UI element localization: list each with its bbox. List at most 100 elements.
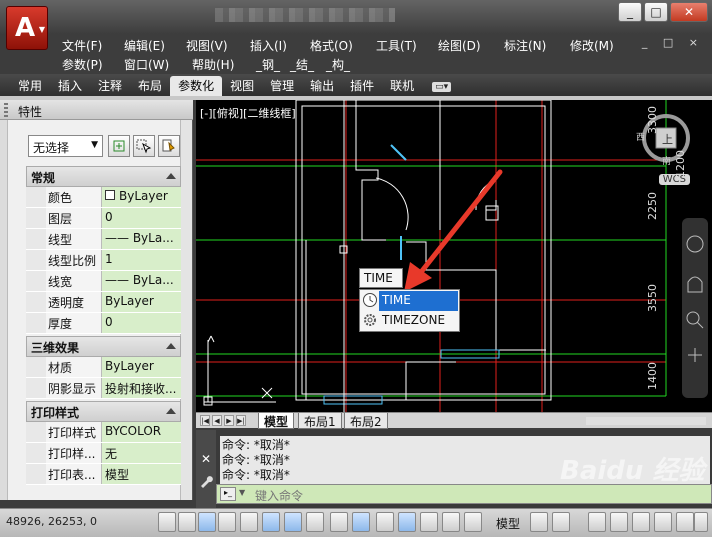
menu-format[interactable]: 格式(O)	[310, 35, 376, 54]
menu-parametric[interactable]: 参数(P)	[62, 54, 124, 73]
menu-window[interactable]: 窗口(W)	[124, 54, 192, 73]
property-row-linetype-scale[interactable]: 线型比例 1	[26, 250, 181, 271]
menu-structure[interactable]: _结_	[290, 54, 326, 73]
quick-view-layouts-button[interactable]	[530, 512, 548, 532]
menu-view[interactable]: 视图(V)	[186, 35, 250, 54]
property-row-plot-style[interactable]: 打印样式 BYCOLOR	[26, 422, 181, 443]
select-objects-button[interactable]	[133, 135, 155, 157]
tab-manage[interactable]: 管理	[262, 74, 302, 96]
dynamic-input-button[interactable]	[352, 512, 370, 532]
last-layout-icon[interactable]: ▶|	[236, 415, 246, 426]
annotation-monitor-button[interactable]	[464, 512, 482, 532]
quick-view-drawings-button[interactable]	[552, 512, 570, 532]
application-menu-button[interactable]: A ▼	[6, 6, 48, 50]
tab-output[interactable]: 输出	[302, 74, 342, 96]
autocomplete-item-time[interactable]: TIME	[379, 291, 458, 311]
toggle-pickadd-button[interactable]	[108, 135, 130, 157]
horizontal-scrollbar[interactable]	[586, 417, 706, 425]
property-row-lineweight[interactable]: 线宽 —— ByLa...	[26, 271, 181, 292]
clean-screen-button[interactable]	[694, 512, 708, 532]
property-row-thickness[interactable]: 厚度 0	[26, 313, 181, 334]
wrench-icon[interactable]	[199, 474, 213, 488]
menu-insert[interactable]: 插入(I)	[250, 35, 310, 54]
tab-insert[interactable]: 插入	[50, 74, 90, 96]
property-row-plot-table-attached[interactable]: 打印表... 模型	[26, 464, 181, 485]
palette-side-strip[interactable]	[0, 120, 8, 500]
chevron-down-icon[interactable]: ▼	[239, 488, 245, 497]
lightbulb-icon[interactable]	[632, 512, 650, 532]
property-value[interactable]: BYCOLOR	[102, 422, 181, 442]
ribbon-overflow-button[interactable]: ▭▾	[422, 74, 461, 96]
property-value[interactable]: ByLayer	[102, 292, 181, 312]
tab-layout1[interactable]: 布局1	[298, 413, 342, 429]
viewcube[interactable]: 上 西 南	[636, 106, 696, 167]
tab-layout[interactable]: 布局	[130, 74, 170, 96]
drawing-canvas[interactable]: [-][俯视][二维线框] 上 西 南 WCS 3300 1200 2250 3…	[196, 100, 712, 412]
lineweight-button[interactable]	[376, 512, 394, 532]
workspace-switching-button[interactable]	[610, 512, 628, 532]
property-value[interactable]: 0	[102, 208, 181, 228]
infer-constraints-button[interactable]	[158, 512, 176, 532]
property-row-shadow[interactable]: 阴影显示 投射和接收...	[26, 378, 181, 399]
tab-plugins[interactable]: 插件	[342, 74, 382, 96]
section-3d-effects[interactable]: 三维效果	[26, 336, 181, 357]
grip-handle-icon[interactable]	[4, 103, 8, 117]
tab-model[interactable]: 模型	[258, 413, 295, 429]
menu-modify[interactable]: 修改(M)	[570, 35, 634, 54]
command-input[interactable]: ▸_ ▼ 键入命令	[216, 484, 712, 504]
tab-layout2[interactable]: 布局2	[344, 413, 388, 429]
dynamic-ucs-button[interactable]	[330, 512, 348, 532]
property-value[interactable]: 1	[102, 250, 181, 270]
section-plot-style[interactable]: 打印样式	[26, 401, 181, 422]
section-general[interactable]: 常规	[26, 166, 181, 187]
properties-scrollbar[interactable]	[180, 120, 192, 500]
autocomplete-item-timezone[interactable]: TIMEZONE	[360, 311, 459, 331]
next-layout-icon[interactable]: ▶	[224, 415, 234, 426]
property-value[interactable]: 无	[102, 443, 181, 463]
polar-tracking-button[interactable]	[240, 512, 258, 532]
viewcube-south-label[interactable]: 南	[662, 154, 671, 167]
command-prompt-icon[interactable]: ▸_	[220, 487, 236, 501]
property-value[interactable]: 模型	[102, 464, 181, 484]
menu-help[interactable]: 帮助(H)	[192, 54, 256, 73]
menu-edit[interactable]: 编辑(E)	[124, 35, 186, 54]
property-row-plot-style-table[interactable]: 打印样... 无	[26, 443, 181, 464]
property-row-layer[interactable]: 图层 0	[26, 208, 181, 229]
close-icon[interactable]: ✕	[201, 452, 211, 466]
selection-cycling-button[interactable]	[442, 512, 460, 532]
model-space-toggle[interactable]: 模型	[496, 515, 520, 532]
quick-select-button[interactable]	[158, 135, 180, 157]
document-window-controls[interactable]: _ □ ×	[642, 36, 704, 49]
tab-parametric[interactable]: 参数化	[170, 76, 223, 96]
property-row-color[interactable]: 颜色 ByLayer	[26, 187, 181, 208]
navigation-bar[interactable]	[682, 218, 708, 398]
close-button[interactable]: ✕	[670, 2, 708, 22]
tab-annotate[interactable]: 注释	[90, 74, 130, 96]
viewcube-west-label[interactable]: 西	[636, 130, 645, 143]
command-window-handle[interactable]: ✕	[196, 430, 216, 508]
object-snap-tracking-button[interactable]	[306, 512, 324, 532]
viewcube-top-label[interactable]: 上	[662, 131, 673, 147]
property-value[interactable]: ByLayer	[102, 357, 181, 377]
menu-file[interactable]: 文件(F)	[62, 35, 124, 54]
menu-tools[interactable]: 工具(T)	[376, 35, 438, 54]
property-value[interactable]: 投射和接收...	[102, 378, 181, 398]
tab-online[interactable]: 联机	[382, 74, 422, 96]
tab-home[interactable]: 常用	[10, 74, 50, 96]
prev-layout-icon[interactable]: ◀	[212, 415, 222, 426]
menu-steel[interactable]: _钢_	[256, 54, 290, 73]
property-row-linetype[interactable]: 线型 —— ByLa...	[26, 229, 181, 250]
property-value[interactable]: ByLayer	[102, 187, 181, 207]
coordinate-readout[interactable]: 48926, 26253, 0	[6, 515, 97, 528]
menu-draw[interactable]: 绘图(D)	[438, 35, 504, 54]
property-row-material[interactable]: 材质 ByLayer	[26, 357, 181, 378]
minimize-button[interactable]: _	[618, 2, 642, 22]
isolate-objects-button[interactable]	[676, 512, 694, 532]
selection-dropdown[interactable]: 无选择 ▼	[28, 135, 103, 157]
property-value[interactable]: —— ByLa...	[102, 271, 181, 291]
menu-construct[interactable]: _构_	[326, 54, 366, 73]
grid-display-button[interactable]	[198, 512, 216, 532]
viewport-label[interactable]: [-][俯视][二维线框]	[200, 105, 296, 121]
snap-mode-button[interactable]	[178, 512, 196, 532]
property-value[interactable]: 0	[102, 313, 181, 333]
